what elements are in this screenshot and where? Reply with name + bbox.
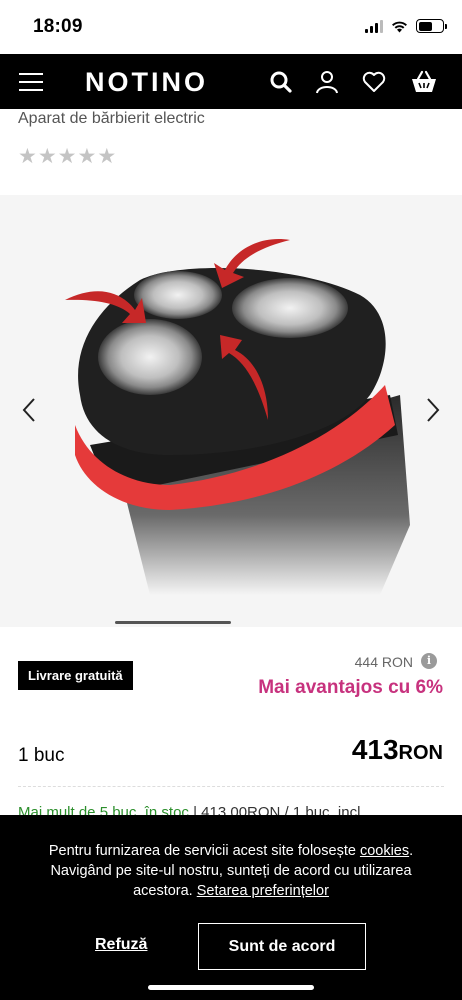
cookie-text: Pentru furnizarea de servicii acest site… (30, 841, 432, 901)
rating-stars[interactable]: ★ ★ ★ ★ ★ (18, 146, 116, 167)
search-icon[interactable] (268, 69, 294, 95)
quantity-label: 1 buc (18, 745, 65, 766)
cookie-text-part: Pentru furnizarea de servicii acest site… (48, 843, 360, 859)
gallery-scroll-indicator (115, 621, 231, 624)
user-icon[interactable] (314, 69, 340, 95)
home-indicator (148, 985, 314, 990)
price-value: 413 (351, 734, 399, 765)
cookie-banner: Pentru furnizarea de servicii acest site… (0, 815, 462, 1000)
info-icon[interactable]: i (421, 653, 437, 669)
preferences-link[interactable]: Setarea preferințelor (197, 883, 329, 899)
discount-text: Mai avantajos cu 6% (258, 677, 443, 698)
product-subtitle: Aparat de bărbierit electric (18, 110, 205, 127)
star-icon: ★ (57, 145, 77, 168)
status-bar: 18:09 (0, 0, 462, 54)
heart-icon[interactable] (361, 69, 387, 95)
star-icon: ★ (97, 145, 117, 168)
status-icons (365, 19, 447, 33)
accept-button[interactable]: Sunt de acord (198, 923, 366, 970)
chevron-right-icon[interactable] (420, 395, 444, 425)
chevron-left-icon[interactable] (18, 395, 42, 425)
battery-icon (416, 19, 447, 33)
cookies-link[interactable]: cookies (360, 843, 409, 859)
price-currency: RON (398, 742, 443, 764)
menu-icon[interactable] (19, 73, 43, 91)
status-time: 18:09 (33, 16, 83, 37)
product-gallery[interactable] (0, 195, 462, 627)
star-icon: ★ (18, 145, 37, 168)
star-icon: ★ (77, 145, 97, 168)
product-image[interactable] (0, 195, 462, 627)
old-price: 444 RON (354, 654, 413, 670)
current-price: 413RON (352, 734, 443, 766)
star-icon: ★ (37, 145, 57, 168)
refuse-button[interactable]: Refuză (95, 936, 147, 954)
basket-icon[interactable] (410, 69, 438, 95)
notino-logo[interactable]: NOTINO (85, 67, 208, 98)
wifi-icon (392, 21, 407, 32)
divider (18, 786, 444, 787)
signal-icon (365, 19, 383, 33)
site-header: NOTINO (0, 54, 462, 109)
free-delivery-badge: Livrare gratuită (18, 661, 133, 690)
